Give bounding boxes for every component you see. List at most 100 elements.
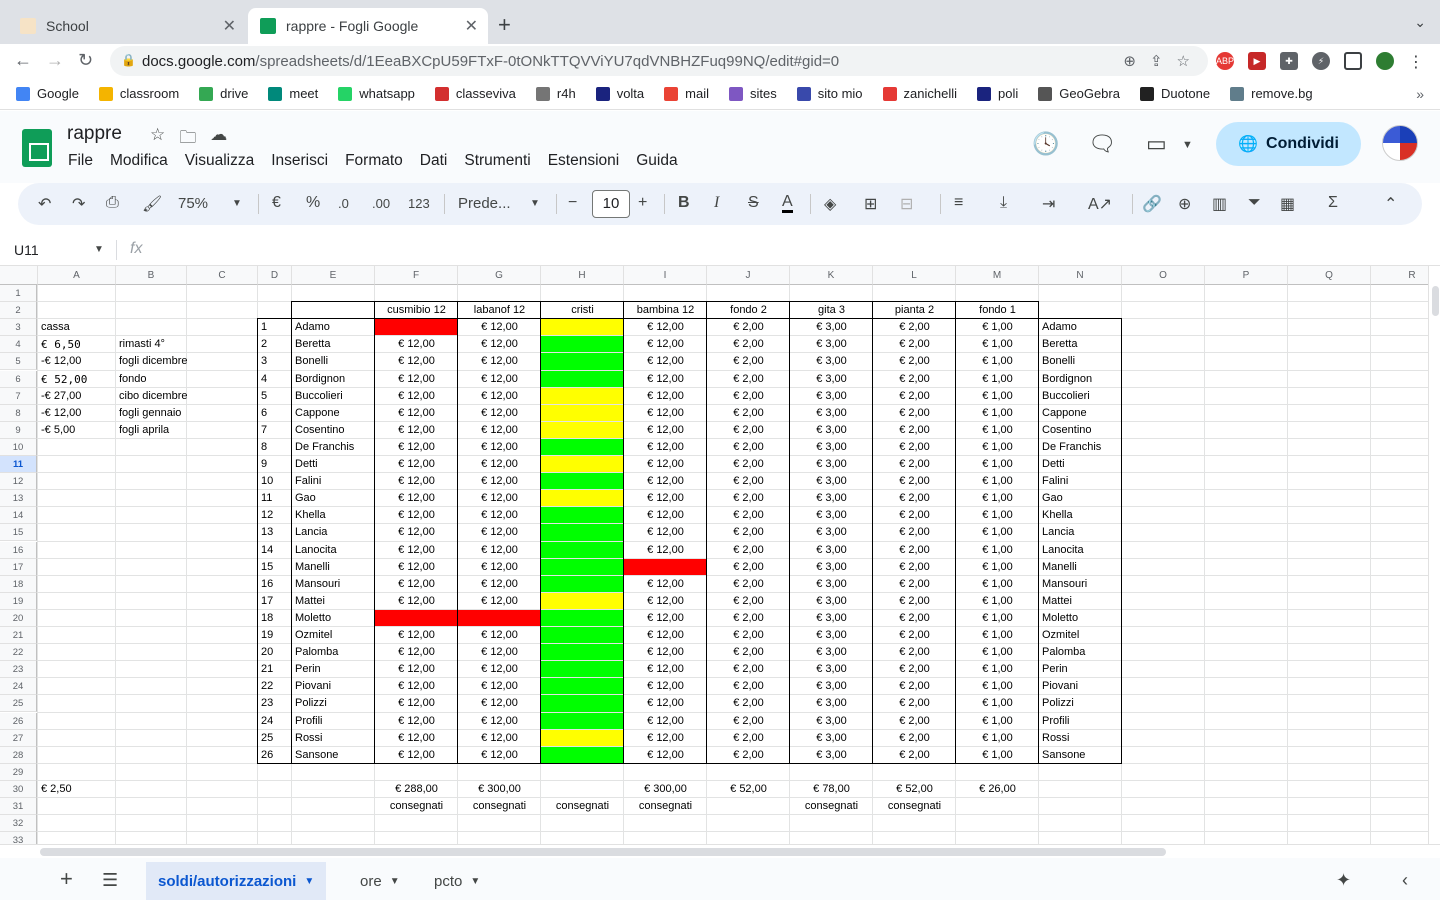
payment-cell[interactable]: € 2,00 [707, 661, 790, 678]
row-header[interactable]: 32 [0, 815, 37, 833]
student-number-cell[interactable]: 21 [258, 661, 292, 678]
payment-cell[interactable]: € 12,00 [458, 695, 541, 712]
cassa-note-cell[interactable]: fondo [116, 371, 227, 388]
cassa-amount-cell[interactable]: -€ 5,00 [38, 422, 116, 439]
student-name-copy-cell[interactable]: Manelli [1039, 559, 1122, 576]
row-header[interactable]: 1 [0, 285, 37, 303]
payment-cell[interactable]: € 1,00 [956, 490, 1039, 507]
row-header[interactable]: 18 [0, 575, 37, 593]
student-name-copy-cell[interactable]: Cappone [1039, 405, 1122, 422]
column-title-cell[interactable]: fondo 2 [707, 302, 790, 319]
row-header[interactable]: 3 [0, 319, 37, 337]
payment-cell[interactable]: € 2,00 [707, 439, 790, 456]
cristi-status-cell[interactable] [541, 695, 624, 713]
student-name-cell[interactable]: Bonelli [292, 353, 375, 370]
payment-cell[interactable]: € 3,00 [790, 593, 873, 610]
payment-cell[interactable]: € 12,00 [624, 319, 707, 336]
payment-cell[interactable]: € 12,00 [375, 524, 458, 541]
bookmark-r4h[interactable]: r4h [535, 86, 576, 101]
reload-icon[interactable]: ↻ [78, 50, 93, 71]
payment-cell[interactable]: € 12,00 [375, 747, 458, 764]
column-title-cell[interactable]: gita 3 [790, 302, 873, 319]
payment-cell[interactable]: € 3,00 [790, 336, 873, 353]
payment-cell[interactable]: € 12,00 [624, 405, 707, 422]
percent-format-button[interactable]: % [306, 194, 320, 212]
account-avatar[interactable] [1382, 125, 1418, 161]
payment-cell[interactable]: € 12,00 [458, 661, 541, 678]
payment-cell[interactable]: € 1,00 [956, 678, 1039, 695]
payment-cell[interactable]: € 2,00 [873, 473, 956, 490]
student-name-cell[interactable]: Sansone [292, 747, 375, 764]
cassa-amount-cell[interactable]: -€ 12,00 [38, 353, 116, 370]
payment-cell[interactable]: € 12,00 [458, 456, 541, 473]
cristi-status-cell[interactable] [541, 592, 624, 610]
cristi-status-cell[interactable] [541, 575, 624, 593]
payment-cell[interactable]: € 1,00 [956, 644, 1039, 661]
cristi-status-cell[interactable] [541, 319, 624, 337]
column-title-cell[interactable]: cristi [541, 302, 624, 319]
row-header[interactable]: 12 [0, 473, 37, 491]
lightning-icon[interactable]: ⚡ [1312, 52, 1330, 70]
payment-cell[interactable]: € 12,00 [375, 644, 458, 661]
menu-formato[interactable]: Formato [345, 152, 403, 170]
cristi-status-cell[interactable] [541, 353, 624, 371]
payment-cell[interactable]: € 3,00 [790, 576, 873, 593]
megaphone-icon[interactable]: ▶ [1248, 52, 1266, 70]
payment-cell[interactable]: € 1,00 [956, 507, 1039, 524]
payment-cell[interactable]: € 12,00 [375, 627, 458, 644]
cristi-status-cell[interactable] [541, 627, 624, 645]
payment-cell[interactable]: € 3,00 [790, 627, 873, 644]
cristi-status-cell[interactable] [541, 746, 624, 764]
payment-cell[interactable]: € 2,00 [873, 507, 956, 524]
student-name-cell[interactable]: Cappone [292, 405, 375, 422]
payment-cell[interactable]: € 2,00 [707, 559, 790, 576]
student-number-cell[interactable]: 12 [258, 507, 292, 524]
undo-icon[interactable]: ↶ [38, 194, 51, 214]
text-wrap-icon[interactable]: ⇥ [1042, 194, 1055, 214]
payment-cell[interactable]: € 12,00 [458, 678, 541, 695]
payment-cell[interactable]: € 2,00 [707, 473, 790, 490]
cassa-amount-cell[interactable]: cassa [38, 319, 116, 336]
cristi-status-cell[interactable] [541, 456, 624, 474]
close-tab-icon[interactable]: ✕ [223, 16, 236, 36]
bookmark-classroom[interactable]: classroom [98, 86, 179, 101]
student-number-cell[interactable]: 6 [258, 405, 292, 422]
cristi-status-cell[interactable] [541, 661, 624, 679]
cassa-note-cell[interactable]: fogli gennaio [116, 405, 227, 422]
cristi-status-cell[interactable] [541, 507, 624, 525]
payment-cell[interactable]: € 3,00 [790, 678, 873, 695]
payment-cell[interactable]: € 1,00 [956, 371, 1039, 388]
payment-cell[interactable]: € 12,00 [375, 336, 458, 353]
row-header[interactable]: 21 [0, 627, 37, 645]
payment-cell[interactable]: € 12,00 [375, 439, 458, 456]
fill-color-icon[interactable]: ◈ [824, 194, 836, 214]
payment-cell[interactable]: € 2,00 [707, 593, 790, 610]
cristi-status-cell[interactable] [541, 473, 624, 491]
payment-cell[interactable]: € 12,00 [458, 336, 541, 353]
share-page-icon[interactable]: ⇪ [1150, 52, 1163, 70]
column-header-P[interactable]: P [1205, 266, 1288, 285]
decrease-font-size-icon[interactable]: − [568, 194, 577, 212]
column-header-L[interactable]: L [873, 266, 956, 285]
student-name-cell[interactable]: Mansouri [292, 576, 375, 593]
payment-cell[interactable]: € 1,00 [956, 542, 1039, 559]
row-header[interactable]: 31 [0, 798, 37, 816]
bookmark-mail[interactable]: mail [664, 86, 709, 101]
student-name-cell[interactable]: Profili [292, 713, 375, 730]
delivered-cell[interactable]: consegnati [873, 798, 956, 815]
payment-cell[interactable]: € 12,00 [375, 678, 458, 695]
total-cell[interactable]: € 288,00 [375, 781, 458, 798]
row-header[interactable]: 11 [0, 456, 37, 474]
column-header-A[interactable]: A [38, 266, 116, 285]
missing-payment-cell[interactable] [375, 609, 458, 627]
payment-cell[interactable]: € 3,00 [790, 713, 873, 730]
row-header[interactable]: 28 [0, 746, 37, 764]
payment-cell[interactable]: € 12,00 [458, 713, 541, 730]
payment-cell[interactable]: € 3,00 [790, 319, 873, 336]
payment-cell[interactable]: € 3,00 [790, 353, 873, 370]
payment-cell[interactable]: € 3,00 [790, 473, 873, 490]
cristi-status-cell[interactable] [541, 678, 624, 696]
cristi-status-cell[interactable] [541, 421, 624, 439]
column-header-N[interactable]: N [1039, 266, 1122, 285]
sheets-logo-icon[interactable] [22, 129, 52, 167]
